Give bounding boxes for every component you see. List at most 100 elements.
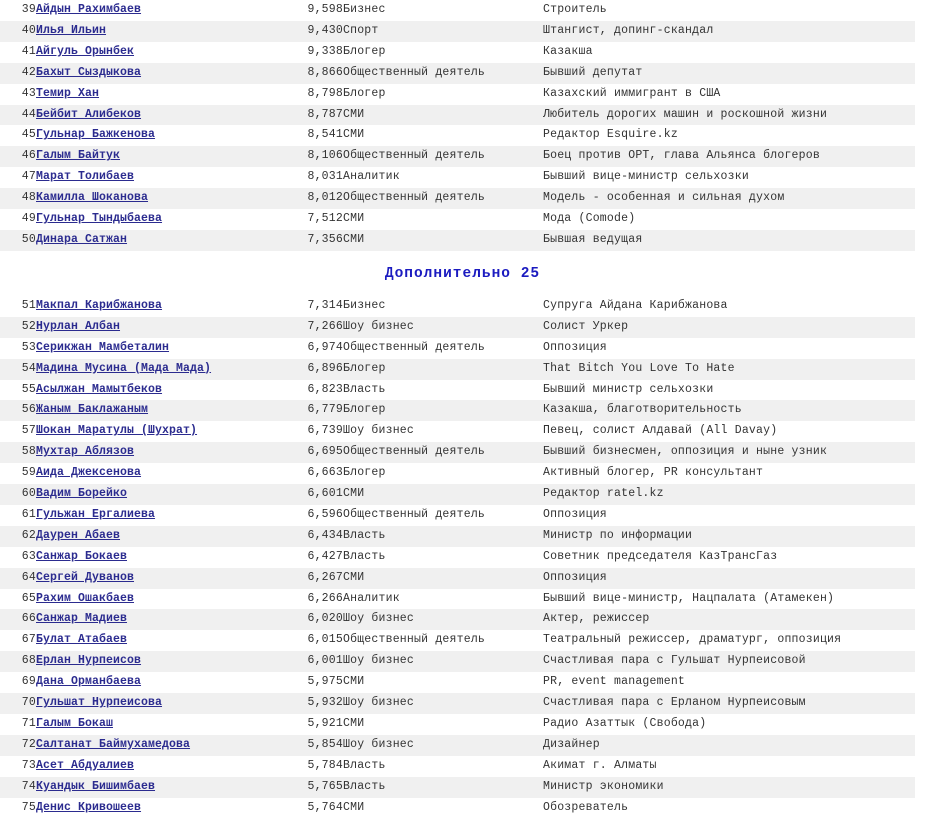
row-description: That Bitch You Love To Hate — [543, 361, 735, 375]
row-rank: 47 — [21, 170, 36, 184]
person-link[interactable]: Денис Кривошеев — [36, 801, 141, 814]
row-description: Модель - особенная и сильная духом — [543, 191, 785, 205]
person-link[interactable]: Илья Ильин — [36, 24, 106, 37]
row-rank: 49 — [21, 212, 36, 226]
table-row: 68 Ерлан Нурпеисов 6,001 Шоу бизнес Счастлив… — [0, 651, 915, 673]
person-link[interactable]: Нурлан Албан — [36, 320, 120, 333]
row-description: Советник председателя КазТрансГаз — [543, 549, 778, 563]
person-link[interactable]: Дана Орманбаева — [36, 675, 141, 688]
ranking-page: 39 Айдын Рахимбаев 9,598 Бизнес Строитель 40 И… — [0, 0, 925, 819]
row-score: 6,823 — [307, 382, 343, 396]
person-link[interactable]: Айгуль Орынбек — [36, 45, 134, 58]
row-name-cell: Рахим Ошакбаев — [36, 589, 291, 610]
row-score: 8,866 — [307, 65, 343, 79]
row-score: 6,779 — [307, 403, 343, 417]
row-name-cell: Вадим Борейко — [36, 484, 291, 505]
person-link[interactable]: Вадим Борейко — [36, 487, 127, 500]
row-category: Спорт — [343, 23, 379, 37]
row-description: Бывший министр сельхозки — [543, 382, 714, 396]
row-category: Шоу бизнес — [343, 654, 415, 668]
row-rank: 53 — [21, 340, 36, 354]
row-category: СМИ — [343, 107, 365, 121]
row-category: Власть — [343, 549, 386, 563]
person-link[interactable]: Гульжан Ергалиева — [36, 508, 155, 521]
person-link[interactable]: Ерлан Нурпеисов — [36, 654, 141, 667]
row-score: 6,601 — [307, 487, 343, 501]
person-link[interactable]: Даурен Абаев — [36, 529, 120, 542]
table-row: 45 Гульнар Бажкенова 8,541 СМИ Редактор Esqu… — [0, 125, 915, 147]
person-link[interactable]: Санжар Мадиев — [36, 612, 127, 625]
person-link[interactable]: Санжар Бокаев — [36, 550, 127, 563]
row-description: Министр экономики — [543, 779, 664, 793]
row-description: Театральный режиссер, драматург, оппозиц… — [543, 633, 842, 647]
person-link[interactable]: Аида Джексенова — [36, 466, 141, 479]
person-link[interactable]: Сергей Дуванов — [36, 571, 134, 584]
row-name-cell: Темир Хан — [36, 84, 291, 105]
row-name-cell: Булат Атабаев — [36, 630, 291, 651]
person-link[interactable]: Темир Хан — [36, 87, 99, 100]
row-rank: 61 — [21, 507, 36, 521]
person-link[interactable]: Мухтар Аблязов — [36, 445, 134, 458]
person-link[interactable]: Шокан Маратулы (Шухрат) — [36, 424, 197, 437]
person-link[interactable]: Рахим Ошакбаев — [36, 592, 134, 605]
table-row: 62 Даурен Абаев 6,434 Власть Министр по инфо… — [0, 525, 915, 547]
ranking-table-top: 39 Айдын Рахимбаев 9,598 Бизнес Строитель 40 И… — [0, 0, 915, 251]
person-link[interactable]: Галым Бокаш — [36, 717, 113, 730]
person-link[interactable]: Динара Сатжан — [36, 233, 127, 246]
row-description: Активный блогер, PR консультант — [543, 466, 764, 480]
row-name-cell: Аида Джексенова — [36, 463, 291, 484]
person-link[interactable]: Гульшат Нурпеисова — [36, 696, 162, 709]
person-link[interactable]: Гульнар Бажкенова — [36, 128, 155, 141]
row-name-cell: Асет Абдуалиев — [36, 756, 291, 777]
row-name-cell: Нурлан Албан — [36, 317, 291, 338]
person-link[interactable]: Макпал Карибжанова — [36, 299, 162, 312]
row-score: 7,512 — [307, 212, 343, 226]
table-row: 63 Санжар Бокаев 6,427 Власть Советник предс… — [0, 546, 915, 568]
row-category: Общественный деятель — [343, 340, 486, 354]
row-name-cell: Дана Орманбаева — [36, 672, 291, 693]
row-name-cell: Макпал Карибжанова — [36, 296, 291, 317]
person-link[interactable]: Айдын Рахимбаев — [36, 3, 141, 16]
person-link[interactable]: Куандык Бишимбаев — [36, 780, 155, 793]
row-name-cell: Бахыт Сыздыкова — [36, 63, 291, 84]
table-row: 58 Мухтар Аблязов 6,695 Общественный деятел… — [0, 442, 915, 464]
table-row: 41 Айгуль Орынбек 9,338 Блогер Казакша — [0, 41, 915, 63]
row-category: СМИ — [343, 212, 365, 226]
row-score: 7,356 — [307, 232, 343, 246]
person-link[interactable]: Серикжан Мамбеталин — [36, 341, 169, 354]
person-link[interactable]: Булат Атабаев — [36, 633, 127, 646]
row-category: СМИ — [343, 487, 365, 501]
row-rank: 74 — [21, 779, 36, 793]
person-link[interactable]: Гульнар Тындыбаева — [36, 212, 162, 225]
person-link[interactable]: Бейбит Алибеков — [36, 108, 141, 121]
row-score: 6,266 — [307, 591, 343, 605]
person-link[interactable]: Марат Толибаев — [36, 170, 134, 183]
row-category: Шоу бизнес — [343, 319, 415, 333]
row-category: Власть — [343, 528, 386, 542]
row-category: Шоу бизнес — [343, 737, 415, 751]
row-category: Общественный деятель — [343, 149, 486, 163]
table-row: 72 Салтанат Баймухамедова 5,854 Шоу бизнес Д… — [0, 734, 915, 756]
row-description: Бывшая ведущая — [543, 232, 643, 246]
person-link[interactable]: Асылжан Мамытбеков — [36, 383, 162, 396]
row-rank: 42 — [21, 65, 36, 79]
row-description: Счастливая пара с Гульшат Нурпеисовой — [543, 654, 806, 668]
person-link[interactable]: Мадина Мусина (Мада Мада) — [36, 362, 211, 375]
person-link[interactable]: Камилла Шоканова — [36, 191, 148, 204]
row-score: 8,012 — [307, 191, 343, 205]
row-description: Бывший вице-министр сельхозки — [543, 170, 749, 184]
row-description: Супруга Айдана Карибжанова — [543, 298, 728, 312]
table-row: 70 Гульшат Нурпеисова 5,932 Шоу бизнес Счаст… — [0, 693, 915, 714]
row-category: СМИ — [343, 570, 365, 584]
person-link[interactable]: Салтанат Баймухамедова — [36, 738, 190, 751]
section-gap-bottom — [0, 284, 925, 296]
person-link[interactable]: Асет Абдуалиев — [36, 759, 134, 772]
row-name-cell: Илья Ильин — [36, 21, 291, 42]
person-link[interactable]: Галым Байтук — [36, 149, 120, 162]
row-score: 9,430 — [307, 23, 343, 37]
person-link[interactable]: Бахыт Сыздыкова — [36, 66, 141, 79]
person-link[interactable]: Жаным Баклажаным — [36, 403, 148, 416]
row-score: 5,975 — [307, 675, 343, 689]
table-row: 61 Гульжан Ергалиева 6,596 Общественный дея… — [0, 504, 915, 526]
row-description: Мода (Comode) — [543, 212, 636, 226]
